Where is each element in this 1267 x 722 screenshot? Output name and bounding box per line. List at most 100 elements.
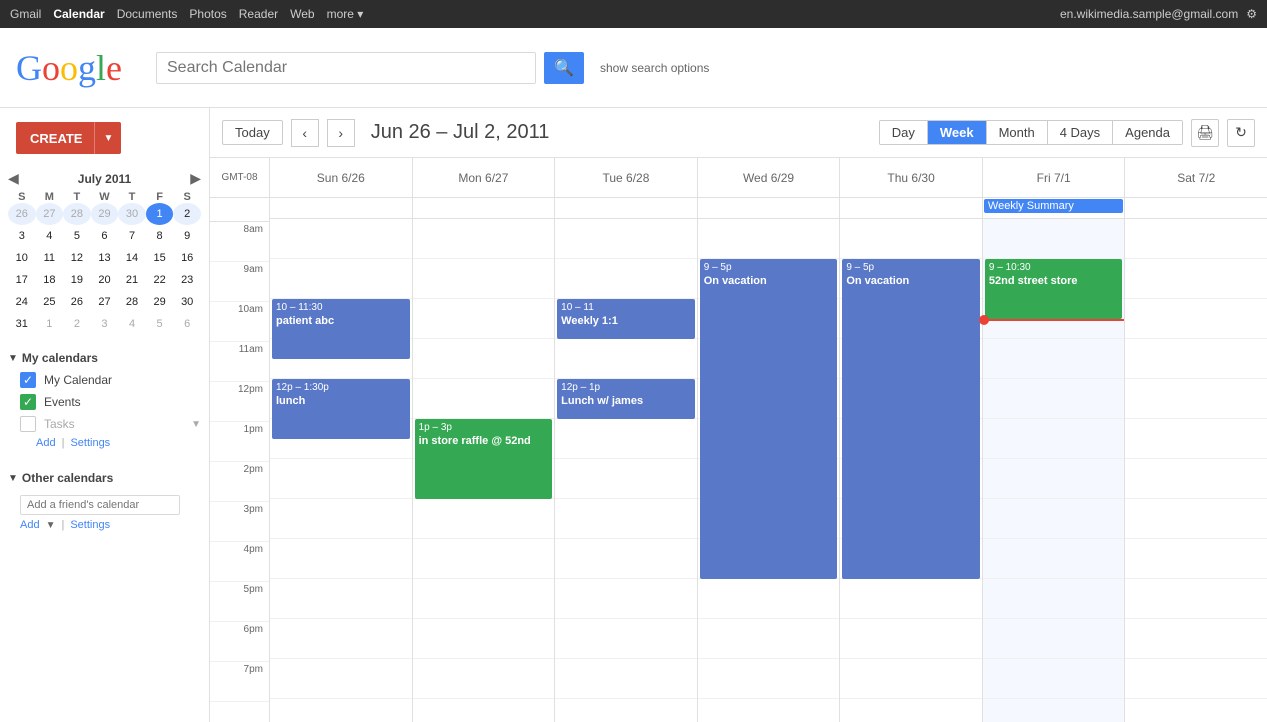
add-other-calendar-link[interactable]: Add <box>20 519 40 531</box>
day-header-sun[interactable]: Sun 6/26 <box>270 158 413 197</box>
mini-cal-title[interactable]: July 2011 <box>78 172 131 186</box>
create-button[interactable]: CREATE ▼ <box>16 122 121 154</box>
mini-cal-day[interactable]: 1 <box>36 313 64 335</box>
my-calendars-header[interactable]: ▼ My calendars <box>0 347 209 369</box>
sun-3pm[interactable] <box>270 499 412 539</box>
view-4days-button[interactable]: 4 Days <box>1048 121 1113 144</box>
mini-cal-day[interactable]: 29 <box>146 291 174 313</box>
patient-abc-event[interactable]: 10 – 11:30 patient abc <box>272 299 410 359</box>
mini-cal-day[interactable]: 26 <box>63 291 91 313</box>
add-friend-calendar-input[interactable] <box>20 495 180 515</box>
mini-cal-day[interactable]: 24 <box>8 291 36 313</box>
mini-cal-day[interactable]: 5 <box>63 225 91 247</box>
day-header-tue[interactable]: Tue 6/28 <box>555 158 698 197</box>
search-input[interactable] <box>156 52 536 84</box>
refresh-button[interactable]: ↻ <box>1227 119 1255 147</box>
sun-2pm[interactable] <box>270 459 412 499</box>
create-dropdown-arrow-icon[interactable]: ▼ <box>95 133 121 144</box>
mini-cal-day[interactable]: 3 <box>8 225 36 247</box>
vacation-thu-event[interactable]: 9 – 5p On vacation <box>842 259 980 579</box>
sun-9am[interactable] <box>270 259 412 299</box>
sun-8am[interactable] <box>270 219 412 259</box>
today-button[interactable]: Today <box>222 120 283 145</box>
topbar-more[interactable]: more ▾ <box>327 7 364 21</box>
mini-cal-day[interactable]: 8 <box>146 225 174 247</box>
day-header-fri[interactable]: Fri 7/1 <box>983 158 1126 197</box>
mini-cal-day[interactable]: 25 <box>36 291 64 313</box>
mini-cal-day[interactable]: 28 <box>118 291 146 313</box>
search-button[interactable]: 🔍 <box>544 52 584 84</box>
prev-week-button[interactable]: ‹ <box>291 119 319 147</box>
add-dropdown-icon[interactable]: ▼ <box>46 520 56 531</box>
mini-cal-day[interactable]: 27 <box>91 291 119 313</box>
mini-cal-day[interactable]: 22 <box>146 269 174 291</box>
gear-icon[interactable]: ⚙ <box>1246 7 1257 21</box>
mini-cal-day[interactable]: 11 <box>36 247 64 269</box>
other-settings-link[interactable]: Settings <box>70 519 110 531</box>
view-agenda-button[interactable]: Agenda <box>1113 121 1182 144</box>
mini-cal-day[interactable]: 4 <box>118 313 146 335</box>
settings-link[interactable]: Settings <box>70 437 110 449</box>
topbar-reader[interactable]: Reader <box>239 7 278 21</box>
lunch-event[interactable]: 12p – 1:30p lunch <box>272 379 410 439</box>
mini-cal-day[interactable]: 9 <box>173 225 201 247</box>
mini-cal-day[interactable]: 4 <box>36 225 64 247</box>
topbar-gmail[interactable]: Gmail <box>10 7 41 21</box>
mini-cal-day[interactable]: 2 <box>63 313 91 335</box>
view-week-button[interactable]: Week <box>928 121 987 144</box>
mini-cal-day[interactable]: 6 <box>91 225 119 247</box>
mini-cal-day[interactable]: 14 <box>118 247 146 269</box>
google-logo[interactable]: Google <box>16 47 136 89</box>
calendar-item-my-calendar[interactable]: ✓ My Calendar <box>0 369 209 391</box>
mini-cal-day[interactable]: 13 <box>91 247 119 269</box>
mini-cal-day[interactable]: 28 <box>63 203 91 225</box>
weekly-summary-event[interactable]: Weekly Summary <box>984 199 1124 213</box>
mini-cal-day[interactable]: 27 <box>36 203 64 225</box>
mini-cal-next-icon[interactable]: ▶ <box>190 170 201 187</box>
mini-cal-day[interactable]: 19 <box>63 269 91 291</box>
calendar-item-events[interactable]: ✓ Events <box>0 391 209 413</box>
sun-6pm[interactable] <box>270 619 412 659</box>
topbar-web[interactable]: Web <box>290 7 314 21</box>
mini-cal-prev-icon[interactable]: ◀ <box>8 170 19 187</box>
mini-cal-day[interactable]: 1 <box>146 203 174 225</box>
days-scroll[interactable]: 10 – 11:30 patient abc 12p – 1:30p lunch <box>270 219 1267 722</box>
mini-cal-day[interactable]: 16 <box>173 247 201 269</box>
mini-cal-day[interactable]: 30 <box>118 203 146 225</box>
mini-cal-day[interactable]: 20 <box>91 269 119 291</box>
sun-7pm[interactable] <box>270 659 412 699</box>
mini-cal-day[interactable]: 2 <box>173 203 201 225</box>
topbar-calendar[interactable]: Calendar <box>53 7 104 21</box>
add-calendar-link[interactable]: Add <box>36 437 56 449</box>
lunch-james-event[interactable]: 12p – 1p Lunch w/ james <box>557 379 695 419</box>
mini-cal-day[interactable]: 15 <box>146 247 174 269</box>
day-header-sat[interactable]: Sat 7/2 <box>1125 158 1267 197</box>
topbar-user[interactable]: en.wikimedia.sample@gmail.com <box>1060 7 1238 21</box>
weekly11-event[interactable]: 10 – 11 Weekly 1:1 <box>557 299 695 339</box>
mini-cal-day[interactable]: 26 <box>8 203 36 225</box>
vacation-wed-event[interactable]: 9 – 5p On vacation <box>700 259 838 579</box>
mini-cal-day[interactable]: 17 <box>8 269 36 291</box>
mini-cal-day[interactable]: 18 <box>36 269 64 291</box>
sun-5pm[interactable] <box>270 579 412 619</box>
mini-cal-day[interactable]: 21 <box>118 269 146 291</box>
print-button[interactable]: 🖨 <box>1191 119 1219 147</box>
mini-cal-day[interactable]: 6 <box>173 313 201 335</box>
mini-cal-day[interactable]: 5 <box>146 313 174 335</box>
view-day-button[interactable]: Day <box>880 121 928 144</box>
sun-4pm[interactable] <box>270 539 412 579</box>
mini-cal-day[interactable]: 10 <box>8 247 36 269</box>
mini-cal-day[interactable]: 7 <box>118 225 146 247</box>
mini-cal-day[interactable]: 23 <box>173 269 201 291</box>
show-search-options[interactable]: show search options <box>600 61 709 75</box>
mini-cal-day[interactable]: 30 <box>173 291 201 313</box>
day-header-thu[interactable]: Thu 6/30 <box>840 158 983 197</box>
topbar-photos[interactable]: Photos <box>189 7 226 21</box>
topbar-documents[interactable]: Documents <box>117 7 178 21</box>
mini-cal-day[interactable]: 3 <box>91 313 119 335</box>
other-calendars-header[interactable]: ▼ Other calendars <box>0 467 209 489</box>
mini-cal-day[interactable]: 29 <box>91 203 119 225</box>
day-header-mon[interactable]: Mon 6/27 <box>413 158 556 197</box>
raffle-event[interactable]: 1p – 3p in store raffle @ 52nd <box>415 419 553 499</box>
mini-cal-day[interactable]: 12 <box>63 247 91 269</box>
